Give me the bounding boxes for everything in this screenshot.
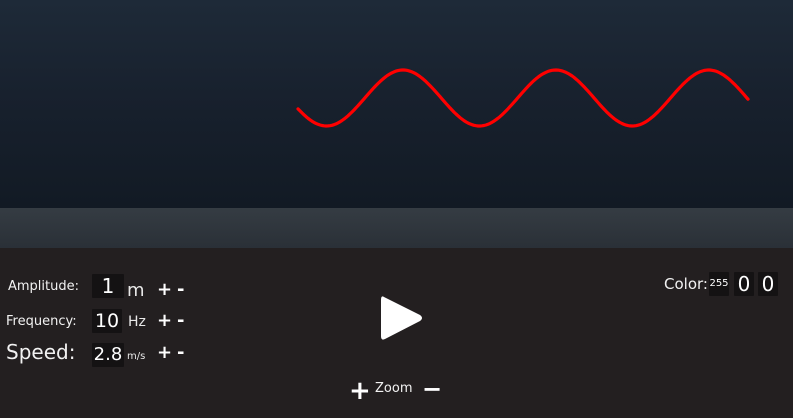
color-blue-input[interactable]: 0 bbox=[758, 272, 778, 296]
frequency-unit: Hz bbox=[128, 314, 146, 330]
wave-canvas bbox=[296, 68, 750, 128]
amplitude-input[interactable]: 1 bbox=[92, 274, 124, 298]
zoom-in-button[interactable]: + bbox=[349, 378, 371, 404]
frequency-increase-button[interactable]: + bbox=[157, 312, 172, 330]
speed-unit: m/s bbox=[127, 351, 146, 362]
play-button[interactable] bbox=[378, 293, 424, 343]
wave-line bbox=[296, 68, 750, 128]
ground-band bbox=[0, 208, 793, 248]
color-green-input[interactable]: 0 bbox=[734, 272, 754, 296]
frequency-input[interactable]: 10 bbox=[92, 309, 122, 333]
zoom-out-button[interactable]: − bbox=[422, 377, 442, 401]
amplitude-increase-button[interactable]: + bbox=[157, 281, 172, 299]
speed-label: Speed: bbox=[6, 340, 76, 364]
amplitude-decrease-button[interactable]: - bbox=[177, 281, 184, 299]
play-icon bbox=[381, 296, 422, 340]
speed-input[interactable]: 2.8 bbox=[92, 343, 124, 367]
color-red-input[interactable]: 255 bbox=[709, 272, 729, 296]
color-label: Color: bbox=[664, 275, 708, 293]
frequency-decrease-button[interactable]: - bbox=[177, 312, 184, 330]
wave-viewport bbox=[0, 0, 793, 208]
amplitude-label: Amplitude: bbox=[8, 279, 79, 294]
speed-decrease-button[interactable]: - bbox=[177, 344, 184, 362]
frequency-label: Frequency: bbox=[6, 314, 77, 329]
speed-increase-button[interactable]: + bbox=[157, 344, 172, 362]
zoom-label: Zoom bbox=[375, 381, 413, 396]
amplitude-unit: m bbox=[127, 280, 145, 301]
